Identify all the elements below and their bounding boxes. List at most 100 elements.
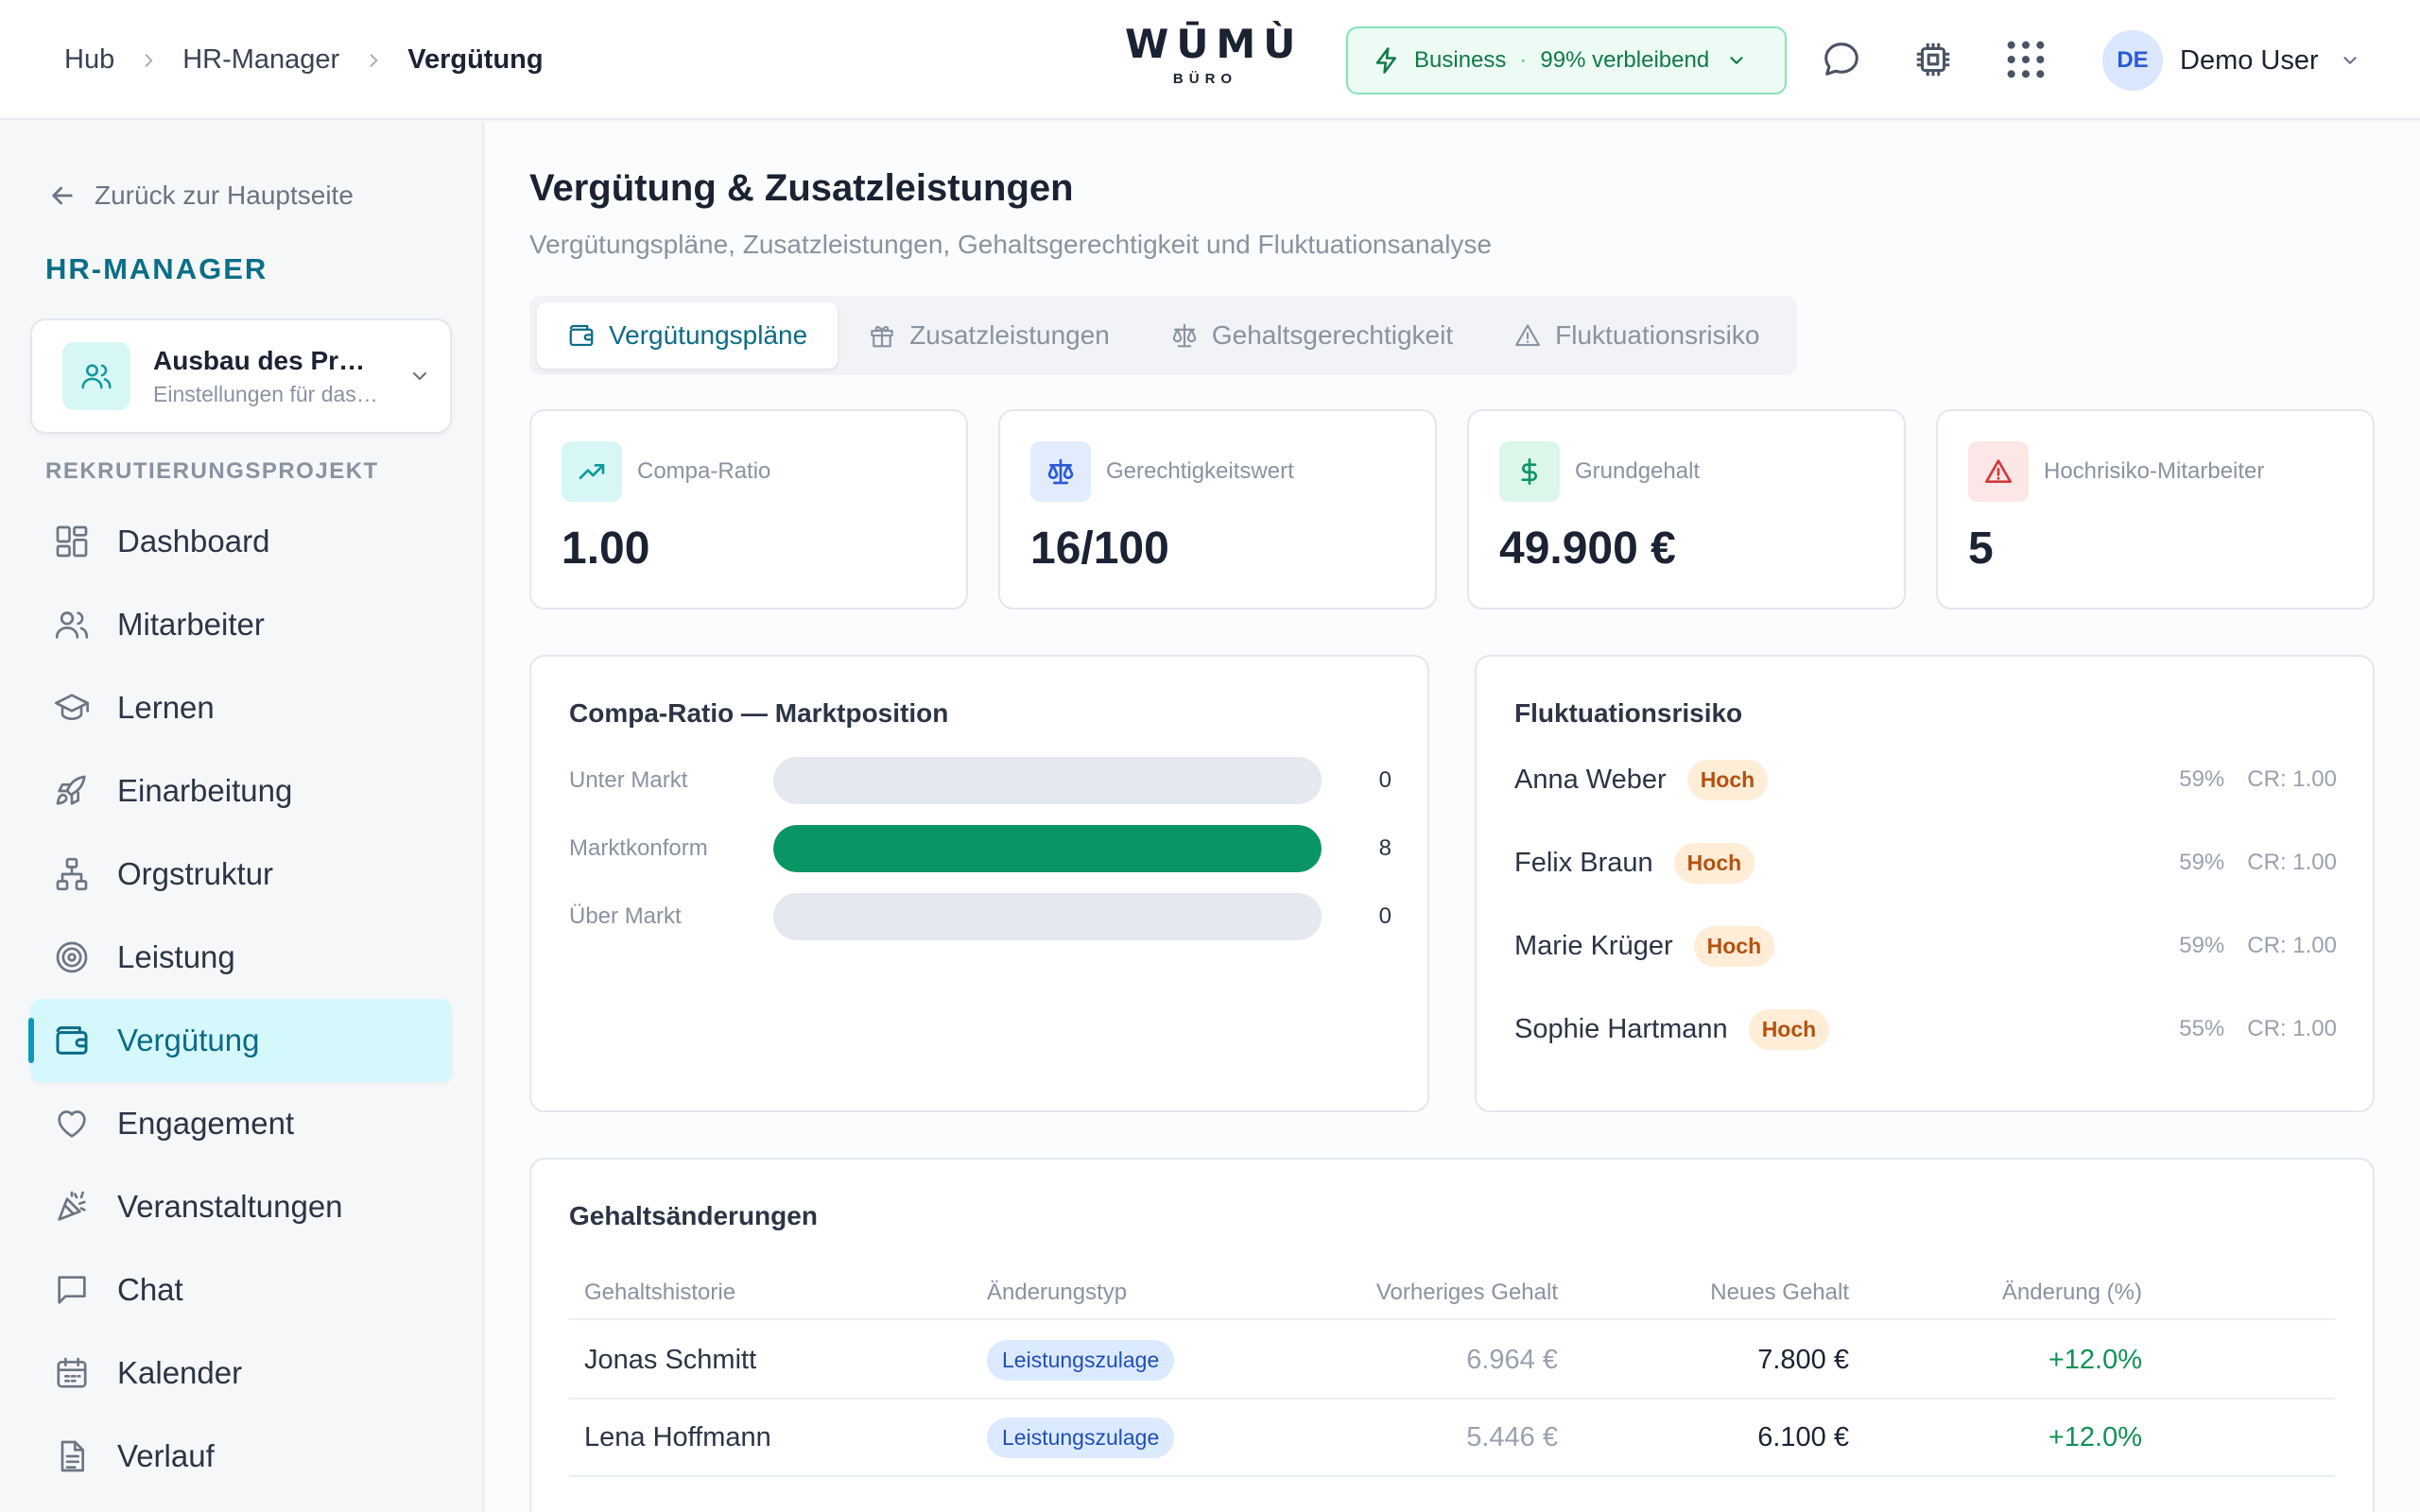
scale-icon (1030, 441, 1091, 502)
column-header[interactable]: Neues Gehalt (1558, 1280, 1849, 1306)
stat-label: Gerechtigkeitswert (1106, 458, 1294, 484)
breadcrumb-hub[interactable]: Hub (64, 44, 114, 76)
chip-icon[interactable] (1911, 38, 1955, 81)
back-link-label: Zurück zur Hauptseite (95, 180, 354, 210)
bar-value: 0 (1378, 903, 1392, 929)
logo-subtitle: BÜRO (1172, 71, 1238, 87)
apps-grid-icon[interactable] (2004, 38, 2048, 81)
back-to-main-link[interactable]: Zurück zur Hauptseite (47, 180, 354, 211)
sidebar-item-label: Veranstaltungen (117, 1189, 343, 1224)
column-header[interactable]: Änderungstyp (987, 1280, 1365, 1306)
bar-value: 8 (1378, 835, 1392, 861)
user-menu[interactable]: DE Demo User (2102, 30, 2360, 91)
chevron-right-icon (364, 51, 383, 70)
dollar-icon (1499, 441, 1560, 502)
scale-icon (1172, 323, 1197, 348)
lightning-icon (1373, 46, 1401, 75)
panel-title: Fluktuationsrisiko (1514, 698, 1743, 728)
tab-label: Fluktuationsrisiko (1555, 320, 1760, 350)
previous-salary: 6.964 € (1466, 1344, 1558, 1375)
chevron-down-icon (2340, 50, 2360, 71)
chat-bubble-icon[interactable] (1820, 38, 1863, 81)
stat-label: Hochrisiko-Mitarbeiter (2044, 458, 2265, 484)
compa-ratio-value: CR: 1.00 (2247, 1016, 2337, 1041)
risk-percent: 59% (2179, 766, 2225, 792)
bar-track (773, 757, 1322, 804)
wallet-icon (53, 1022, 91, 1059)
heart-icon (53, 1105, 91, 1143)
column-header[interactable]: Gehaltshistorie (569, 1280, 987, 1306)
column-header[interactable]: Vorheriges Gehalt (1365, 1280, 1558, 1306)
column-header[interactable]: Änderung (%) (1849, 1280, 2142, 1306)
chat-icon (53, 1271, 91, 1309)
compa-ratio-panel: Compa-Ratio — Marktposition Unter Markt … (529, 655, 1429, 1112)
sidebar-item-veranstaltungen[interactable]: Veranstaltungen (30, 1165, 452, 1248)
user-name: Demo User (2180, 44, 2319, 76)
section-label: REKRUTIERUNGSPROJEKT (45, 458, 379, 484)
sidebar-item-chat[interactable]: Chat (30, 1248, 452, 1332)
salary-changes-panel: Gehaltsänderungen Gehaltshistorie Änderu… (529, 1158, 2375, 1512)
change-percent: +12.0% (2048, 1421, 2142, 1452)
risk-percent: 55% (2179, 1016, 2225, 1041)
sidebar-item-kalender[interactable]: Kalender (30, 1332, 452, 1415)
table-row[interactable]: Lena Hoffmann Leistungszulage 5.446 € 6.… (569, 1400, 2335, 1477)
sidebar-item-label: Mitarbeiter (117, 607, 265, 642)
sidebar-item-verlauf[interactable]: Verlauf (30, 1415, 452, 1498)
market-bar-row: Unter Markt 0 (569, 757, 1392, 804)
sidebar-item-verguetung[interactable]: Vergütung (28, 999, 452, 1082)
sidebar-item-lernen[interactable]: Lernen (30, 666, 452, 749)
party-popper-icon (53, 1188, 91, 1226)
employee-name: Felix Braun (1514, 847, 1653, 878)
logo[interactable]: WŪMÙ BÜRO (1125, 21, 1304, 87)
main-content: Vergütung & Zusatzleistungen Vergütungsp… (486, 122, 2420, 1512)
tab-bar: Vergütungspläne Zusatzleistungen Gehalts… (529, 296, 1798, 375)
bar-track (773, 825, 1322, 872)
avatar: DE (2102, 30, 2163, 91)
table-row[interactable]: Jonas Schmitt Leistungszulage 6.964 € 7.… (569, 1322, 2335, 1400)
plan-usage-button[interactable]: Business · 99% verbleibend (1346, 26, 1787, 94)
sidebar-item-label: Engagement (117, 1106, 295, 1141)
sidebar-item-mitarbeiter[interactable]: Mitarbeiter (30, 583, 452, 666)
tab-fluktuationsrisiko[interactable]: Fluktuationsrisiko (1483, 302, 1789, 369)
graduation-cap-icon (53, 689, 91, 727)
sidebar-item-engagement[interactable]: Engagement (30, 1082, 452, 1165)
bar-label: Marktkonform (569, 835, 708, 861)
tab-verguetungsplaene[interactable]: Vergütungspläne (537, 302, 838, 369)
employee-name: Anna Weber (1514, 764, 1667, 795)
sidebar-item-leistung[interactable]: Leistung (30, 916, 452, 999)
sidebar-nav: Dashboard Mitarbeiter Lernen Einarbeitun… (28, 500, 452, 1498)
logo-wordmark: WŪMÙ (1125, 21, 1304, 67)
new-salary: 7.800 € (1757, 1344, 1849, 1375)
tab-zusatzleistungen[interactable]: Zusatzleistungen (838, 302, 1140, 369)
alert-triangle-icon (1515, 324, 1541, 347)
sidebar-item-label: Dashboard (117, 524, 270, 558)
breadcrumb-hr-manager[interactable]: HR-Manager (182, 44, 339, 76)
tab-label: Zusatzleistungen (909, 320, 1110, 350)
top-bar: Hub HR-Manager Vergütung WŪMÙ BÜRO Busin… (0, 0, 2420, 120)
sidebar-item-einarbeitung[interactable]: Einarbeitung (30, 749, 452, 833)
turnover-risk-panel: Fluktuationsrisiko Anna Weber Hoch 59% CR… (1475, 655, 2375, 1112)
page-title: Vergütung & Zusatzleistungen (529, 167, 1074, 209)
bar-fill (773, 825, 1322, 872)
breadcrumb-current: Vergütung (407, 44, 544, 75)
sidebar-item-label: Orgstruktur (117, 856, 274, 891)
bar-label: Über Markt (569, 903, 682, 929)
risk-employee-row[interactable]: Sophie Hartmann Hoch 55% CR: 1.00 (1514, 1006, 2337, 1052)
breadcrumb: Hub HR-Manager Vergütung (64, 0, 544, 120)
sidebar-item-dashboard[interactable]: Dashboard (30, 500, 452, 583)
tab-gehaltsgerechtigkeit[interactable]: Gehaltsgerechtigkeit (1140, 302, 1483, 369)
compa-ratio-value: CR: 1.00 (2247, 766, 2337, 792)
risk-employee-row[interactable]: Felix Braun Hoch 59% CR: 1.00 (1514, 840, 2337, 885)
panel-title: Gehaltsänderungen (569, 1201, 818, 1230)
risk-employee-row[interactable]: Marie Krüger Hoch 59% CR: 1.00 (1514, 923, 2337, 969)
project-selector[interactable]: Ausbau des Produktteams Einstellungen fü… (30, 318, 452, 434)
sidebar-item-label: Einarbeitung (117, 773, 293, 808)
risk-level-badge: Hoch (1693, 925, 1775, 967)
arrow-left-icon (52, 186, 73, 205)
sidebar-item-orgstruktur[interactable]: Orgstruktur (30, 833, 452, 916)
plan-separator: · (1519, 47, 1528, 73)
new-salary: 6.100 € (1757, 1421, 1849, 1452)
risk-employee-row[interactable]: Anna Weber Hoch 59% CR: 1.00 (1514, 757, 2337, 802)
stat-label: Compa-Ratio (637, 458, 771, 484)
stat-card-hochrisiko: Hochrisiko-Mitarbeiter 5 (1936, 409, 2375, 610)
